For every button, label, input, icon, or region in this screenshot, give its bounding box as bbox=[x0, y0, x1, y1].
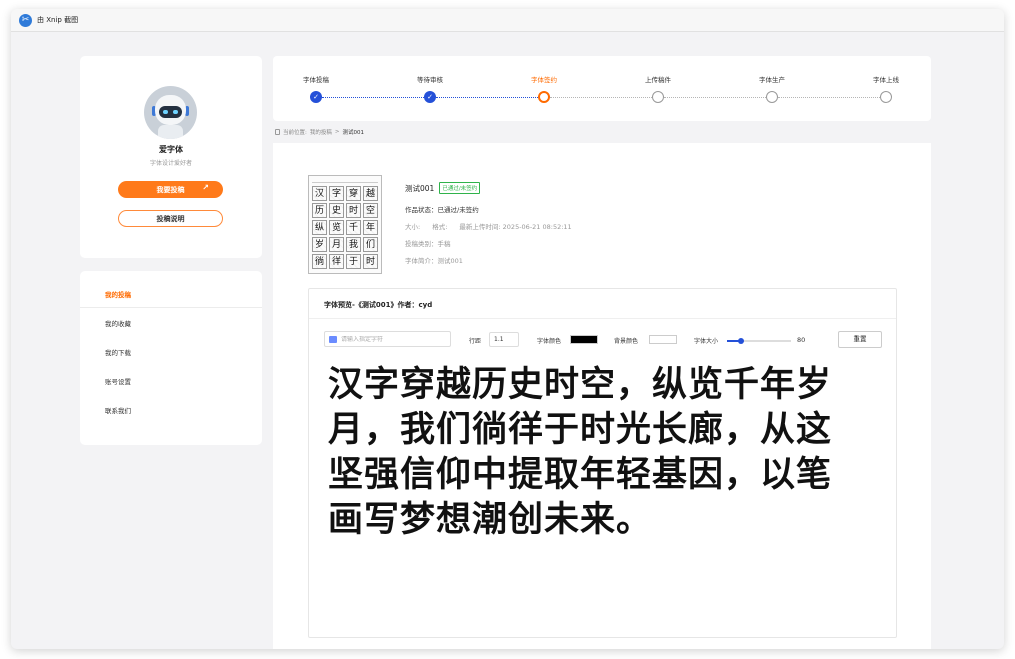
breadcrumb-separator: > bbox=[334, 129, 340, 135]
profile-card: 爱字体 字体设计爱好者 我要投稿 ↗ 投稿说明 bbox=[80, 56, 262, 258]
sidebar-item-account-settings[interactable]: 账号设置 bbox=[105, 376, 131, 386]
font-size-value: 80 bbox=[797, 336, 806, 344]
avatar bbox=[144, 86, 197, 139]
submit-font-button[interactable]: 我要投稿 ↗ bbox=[118, 181, 223, 198]
step-label-sign: 字体签约 bbox=[531, 76, 557, 84]
font-sample-text: 汉字穿越历史时空，纵览千年岁月，我们徜徉于时光长廊，从这坚强信仰中提取年轻基因，… bbox=[328, 364, 833, 540]
step-label-submit: 字体投稿 bbox=[303, 76, 329, 84]
submission-guide-label: 投稿说明 bbox=[156, 214, 185, 223]
char-search-input[interactable] bbox=[341, 335, 441, 343]
main-content: 汉字穿越历史时空纵览千年岁月我们徜徉于时 测试001 已通过/未签约 作品状态：… bbox=[273, 143, 931, 649]
font-size-slider-handle[interactable] bbox=[738, 338, 745, 344]
thumbnail-char: 览 bbox=[329, 220, 344, 235]
check-icon: ✓ bbox=[310, 91, 322, 103]
thumbnail-char: 年 bbox=[363, 220, 378, 235]
size-label: 大小: bbox=[405, 223, 421, 231]
reset-button[interactable]: 重置 bbox=[838, 331, 882, 348]
font-color-picker[interactable] bbox=[570, 335, 598, 344]
step-label-upload: 上传稿件 bbox=[645, 76, 671, 84]
step-connector-3 bbox=[550, 97, 658, 98]
avatar-body bbox=[158, 125, 183, 139]
step-label-review: 等待审核 bbox=[417, 76, 443, 84]
work-title-row: 测试001 已通过/未签约 bbox=[405, 182, 481, 194]
thumbnail-char: 岁 bbox=[312, 237, 327, 252]
work-intro: 字体简介：测试001 bbox=[405, 257, 463, 265]
thumbnail-char: 汉 bbox=[312, 186, 327, 201]
font-size-label: 字体大小 bbox=[694, 338, 719, 345]
line-spacing-input[interactable]: 1.1 bbox=[489, 332, 519, 347]
work-meta-row: 大小: 格式: 最新上传时间: 2025-06-21 08:52:11 bbox=[405, 221, 572, 231]
submit-font-label: 我要投稿 bbox=[156, 185, 185, 194]
avatar-eye-left bbox=[163, 110, 168, 114]
thumbnail-char: 徜 bbox=[312, 254, 327, 269]
work-status: 作品状态：已通过/未签约 bbox=[405, 206, 479, 214]
font-thumbnail[interactable]: 汉字穿越历史时空纵览千年岁月我们徜徉于时 bbox=[308, 175, 382, 274]
thumbnail-char: 月 bbox=[329, 237, 344, 252]
menu-divider bbox=[80, 307, 262, 308]
thumbnail-grid: 汉字穿越历史时空纵览千年岁月我们徜徉于时 bbox=[312, 186, 378, 269]
thumbnail-char: 我 bbox=[346, 237, 361, 252]
current-step-icon bbox=[538, 91, 550, 103]
thumbnail-header bbox=[312, 179, 378, 183]
preview-title: 字体预览-《测试001》作者：cyd bbox=[324, 301, 433, 309]
thumbnail-char: 千 bbox=[346, 220, 361, 235]
profile-subtitle: 字体设计爱好者 bbox=[149, 160, 192, 167]
breadcrumb: 当前位置: 我的投稿 > 测试001 bbox=[275, 128, 364, 136]
thumbnail-char: 纵 bbox=[312, 220, 327, 235]
progress-steps: 字体投稿 等待审核 字体签约 上传稿件 字体生产 字体上线 ✓ ✓ bbox=[273, 56, 931, 121]
input-keyboard-icon bbox=[329, 335, 337, 343]
line-spacing-label: 行距 bbox=[469, 338, 482, 345]
thumbnail-char: 们 bbox=[363, 237, 378, 252]
bg-color-label: 背景颜色 bbox=[614, 338, 639, 345]
submission-guide-button[interactable]: 投稿说明 bbox=[118, 210, 223, 227]
font-color-label: 字体颜色 bbox=[537, 338, 562, 345]
thumbnail-char: 史 bbox=[329, 203, 344, 218]
avatar-eye-right bbox=[173, 110, 178, 114]
pending-step-icon bbox=[652, 91, 664, 103]
format-label: 格式: bbox=[432, 223, 448, 231]
upload-time: 最新上传时间: 2025-06-21 08:52:11 bbox=[459, 223, 572, 231]
work-category: 投稿类别：手稿 bbox=[405, 240, 451, 248]
char-search-field[interactable] bbox=[324, 331, 451, 347]
thumbnail-char: 越 bbox=[363, 186, 378, 201]
thumbnail-char: 空 bbox=[363, 203, 378, 218]
font-size-slider[interactable] bbox=[727, 338, 791, 344]
preview-divider bbox=[309, 318, 896, 319]
thumbnail-char: 历 bbox=[312, 203, 327, 218]
font-preview-panel: 字体预览-《测试001》作者：cyd 行距 1.1 字体颜色 背景颜色 字体大小… bbox=[308, 288, 897, 638]
pending-step-icon bbox=[880, 91, 892, 103]
thumbnail-char: 字 bbox=[329, 186, 344, 201]
app-window: ✂ 由 Xnip 截图 爱字体 字体设计爱好者 我要投稿 ↗ 投稿说明 我的投稿… bbox=[11, 9, 1004, 649]
step-connector-4 bbox=[664, 97, 772, 98]
step-connector-2 bbox=[436, 97, 544, 98]
bg-color-picker[interactable] bbox=[649, 335, 677, 344]
xnip-app-icon: ✂ bbox=[19, 13, 32, 27]
thumbnail-char: 时 bbox=[363, 254, 378, 269]
breadcrumb-prefix: 当前位置: bbox=[283, 130, 307, 136]
step-label-production: 字体生产 bbox=[759, 76, 785, 84]
sidebar-item-my-submissions[interactable]: 我的投稿 bbox=[105, 289, 131, 299]
breadcrumb-current: 测试001 bbox=[342, 130, 364, 136]
step-connector-5 bbox=[778, 97, 886, 98]
document-icon bbox=[275, 129, 280, 135]
sidebar-item-contact-us[interactable]: 联系我们 bbox=[105, 405, 131, 415]
check-icon: ✓ bbox=[424, 91, 436, 103]
step-connector-1 bbox=[322, 97, 430, 98]
thumbnail-char: 时 bbox=[346, 203, 361, 218]
window-title: 由 Xnip 截图 bbox=[37, 16, 79, 24]
title-bar: ✂ 由 Xnip 截图 bbox=[11, 9, 1004, 32]
breadcrumb-parent-link[interactable]: 我的投稿 bbox=[310, 128, 332, 136]
sidebar-menu: 我的投稿 我的收藏 我的下载 账号设置 联系我们 bbox=[80, 271, 262, 445]
sidebar-item-favorites[interactable]: 我的收藏 bbox=[105, 318, 131, 328]
pending-step-icon bbox=[766, 91, 778, 103]
profile-name: 爱字体 bbox=[159, 145, 183, 154]
status-badge: 已通过/未签约 bbox=[439, 182, 481, 194]
thumbnail-char: 徉 bbox=[329, 254, 344, 269]
step-label-launch: 字体上线 bbox=[873, 76, 899, 84]
sidebar-item-downloads[interactable]: 我的下载 bbox=[105, 347, 131, 357]
work-title: 测试001 bbox=[405, 183, 435, 193]
arrow-up-right-icon: ↗ bbox=[202, 183, 209, 192]
thumbnail-char: 穿 bbox=[346, 186, 361, 201]
thumbnail-char: 于 bbox=[346, 254, 361, 269]
